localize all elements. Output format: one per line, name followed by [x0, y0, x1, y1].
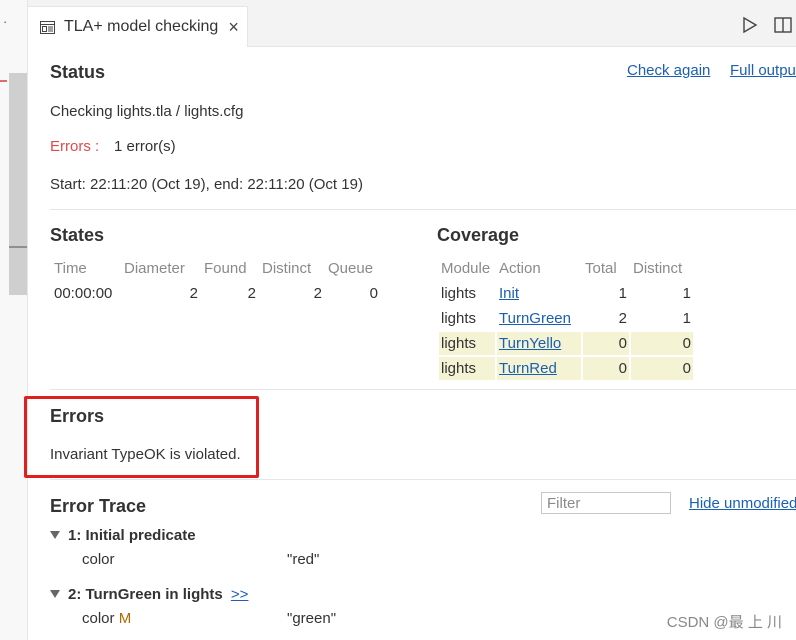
table-row: lights TurnYello 0 0	[439, 332, 693, 355]
states-col-found: Found	[204, 259, 247, 277]
states-time: 00:00:00	[54, 285, 113, 302]
coverage-module: lights	[441, 285, 477, 302]
states-col-time: Time	[54, 259, 87, 277]
action-link-init[interactable]: Init	[499, 285, 519, 302]
action-link-turnred[interactable]: TurnRed	[499, 360, 557, 377]
split-editor-icon[interactable]	[774, 16, 792, 34]
trace-filter-input[interactable]	[541, 492, 671, 514]
table-row: lights Init 1 1	[439, 282, 693, 305]
error-marker	[0, 80, 7, 82]
table-row: 00:00:00 2 2 2 0	[52, 282, 380, 305]
coverage-module: lights	[439, 332, 495, 355]
trace-var-value: "red"	[287, 551, 320, 568]
action-link-turnyello[interactable]: TurnYello	[499, 335, 561, 352]
states-col-queue: Queue	[328, 259, 374, 277]
full-output-link[interactable]: Full output	[730, 62, 796, 79]
collapse-icon[interactable]	[50, 590, 60, 598]
divider	[50, 479, 796, 480]
annotation-highlight-box	[24, 396, 259, 478]
trace-var-value: "green"	[287, 610, 337, 627]
hide-unmodified-link[interactable]: Hide unmodified	[689, 495, 796, 512]
trace-step-1[interactable]: 1: Initial predicate	[50, 527, 196, 544]
states-heading: States	[50, 225, 105, 245]
run-times: Start: 22:11:20 (Oct 19), end: 22:11:20 …	[50, 176, 363, 193]
collapse-icon[interactable]	[50, 531, 60, 539]
coverage-distinct: 0	[631, 357, 693, 380]
coverage-module: lights	[439, 357, 495, 380]
more-icon[interactable]: ·	[3, 14, 7, 29]
status-heading: Status	[50, 62, 106, 82]
checking-text: Checking lights.tla / lights.cfg	[50, 103, 244, 120]
errors-count: 1 error(s)	[114, 138, 176, 155]
coverage-table: Module Action Total Distinct lights Init…	[437, 254, 695, 382]
errors-label: Errors :	[50, 138, 100, 155]
tab-tla-model-checking[interactable]: TLA+ model checking ×	[28, 6, 248, 47]
divider	[50, 389, 796, 390]
states-queue: 0	[369, 285, 378, 302]
states-table: Time Diameter Found Distinct Queue 00:00…	[50, 254, 382, 307]
trace-var-row: color M	[82, 610, 131, 627]
tab-bar: TLA+ model checking ×	[28, 0, 796, 47]
check-again-link[interactable]: Check again	[627, 62, 710, 79]
coverage-col-distinct: Distinct	[633, 259, 683, 277]
coverage-total: 2	[618, 310, 627, 327]
states-col-distinct: Distinct	[262, 259, 312, 277]
coverage-col-total: Total	[585, 259, 617, 277]
editor-gutter: ·	[0, 0, 28, 640]
trace-step-2[interactable]: 2: TurnGreen in lights >>	[50, 586, 248, 603]
coverage-total: 0	[583, 332, 629, 355]
scrollbar-position	[9, 246, 27, 248]
tab-label: TLA+ model checking	[64, 18, 219, 35]
trace-step-title: 1: Initial predicate	[68, 527, 196, 544]
table-row: lights TurnRed 0 0	[439, 357, 693, 380]
states-distinct: 2	[313, 285, 322, 302]
run-icon[interactable]	[742, 16, 758, 34]
trace-var-name: color	[82, 551, 115, 568]
trace-var-name: color	[82, 610, 115, 627]
scrollbar[interactable]	[9, 73, 27, 295]
coverage-total: 0	[583, 357, 629, 380]
goto-source-link[interactable]: >>	[231, 586, 249, 603]
states-diameter: 2	[189, 285, 198, 302]
close-icon[interactable]: ×	[228, 18, 239, 36]
coverage-col-action: Action	[499, 259, 541, 277]
coverage-col-module: Module	[441, 259, 491, 277]
coverage-distinct: 0	[631, 332, 693, 355]
coverage-module: lights	[441, 310, 477, 327]
coverage-heading: Coverage	[437, 225, 520, 245]
preview-icon	[40, 20, 55, 34]
coverage-distinct: 1	[682, 310, 691, 327]
states-col-diameter: Diameter	[124, 259, 185, 277]
coverage-distinct: 1	[682, 285, 691, 302]
coverage-total: 1	[618, 285, 627, 302]
action-link-turngreen[interactable]: TurnGreen	[499, 310, 571, 327]
trace-step-title: 2: TurnGreen in lights	[68, 586, 223, 603]
table-row: lights TurnGreen 2 1	[439, 307, 693, 330]
states-found: 2	[247, 285, 256, 302]
error-trace-heading: Error Trace	[50, 496, 147, 516]
modified-marker: M	[118, 610, 132, 627]
divider	[50, 209, 796, 210]
watermark: CSDN @最 上 川	[666, 614, 782, 631]
model-checking-panel: Status Check again Full output Checking …	[28, 47, 796, 640]
